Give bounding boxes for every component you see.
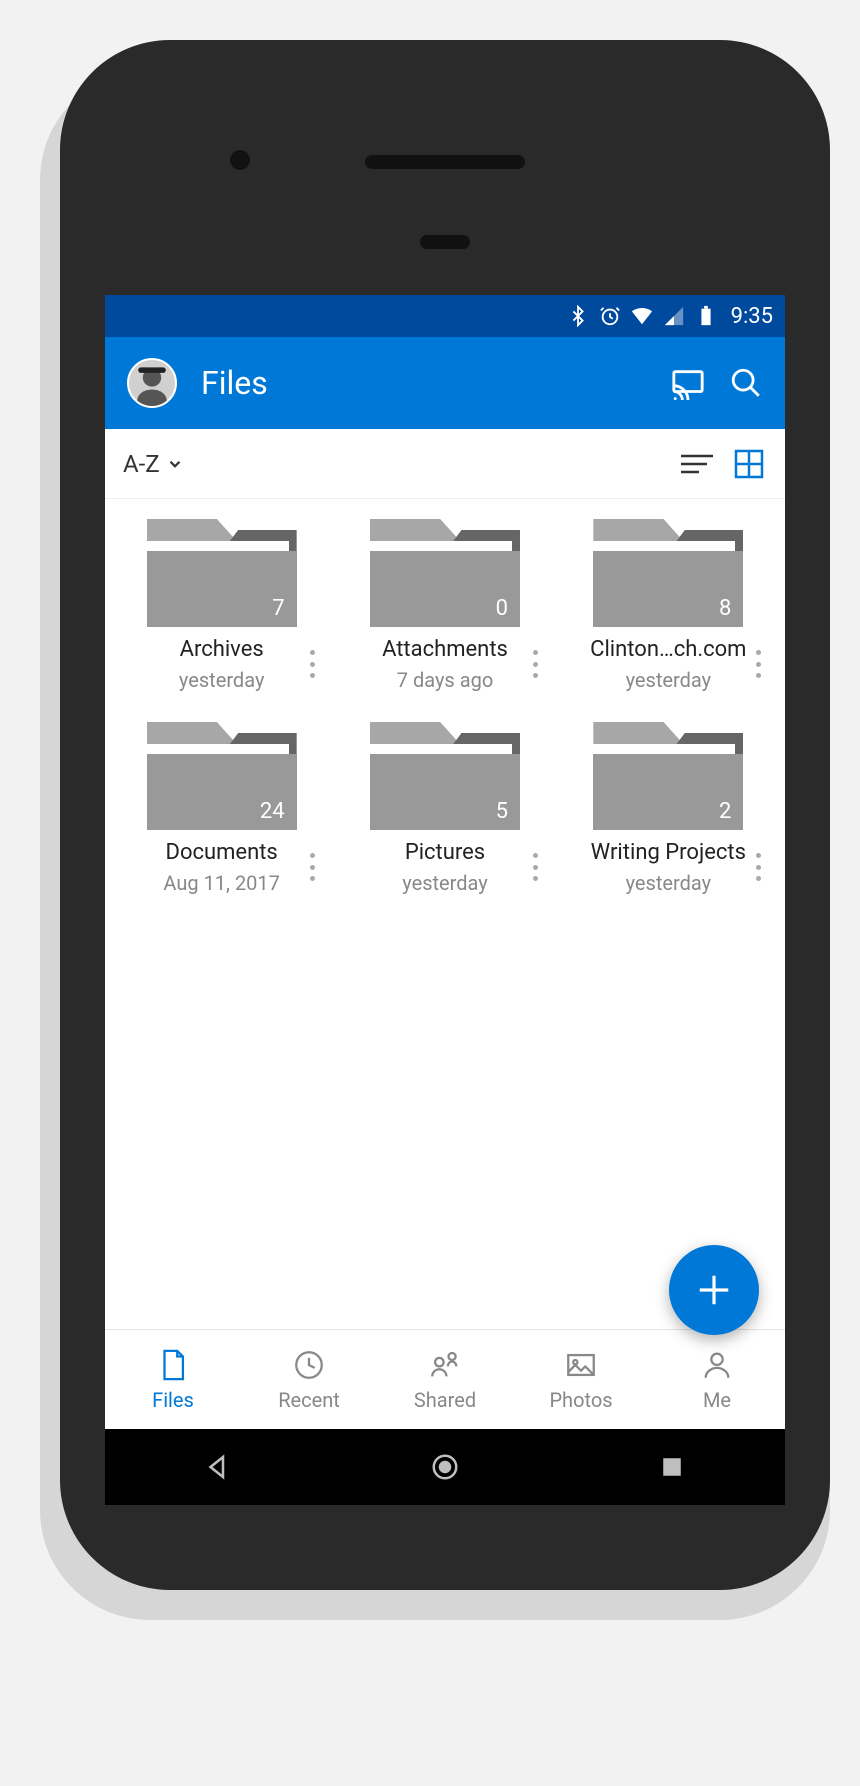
- content: 7 Archives yesterday 0 Attachments 7 day…: [105, 499, 785, 1329]
- nav-recent-button[interactable]: [657, 1452, 687, 1482]
- folder-icon: 2: [593, 722, 743, 830]
- wifi-icon: [631, 305, 653, 327]
- folder-tile[interactable]: 24 Documents Aug 11, 2017: [115, 722, 328, 895]
- toolbar: A-Z: [105, 429, 785, 499]
- folder-icon: 7: [147, 519, 297, 627]
- folder-date: Aug 11, 2017: [115, 871, 328, 895]
- folder-date: yesterday: [562, 871, 775, 895]
- folder-count: 7: [272, 596, 284, 621]
- phone-speaker: [365, 155, 525, 169]
- tab-label: Files: [152, 1388, 194, 1412]
- folder-icon: 8: [593, 519, 743, 627]
- folder-icon: 24: [147, 722, 297, 830]
- folder-name: Pictures: [355, 840, 535, 865]
- tab-me[interactable]: Me: [649, 1330, 785, 1429]
- tab-files[interactable]: Files: [105, 1330, 241, 1429]
- tab-label: Shared: [414, 1388, 476, 1412]
- list-view-button[interactable]: [679, 446, 715, 482]
- status-time: 9:35: [731, 304, 773, 329]
- tab-shared[interactable]: Shared: [377, 1330, 513, 1429]
- tab-label: Recent: [278, 1388, 340, 1412]
- folder-name: Documents: [132, 840, 312, 865]
- cast-icon[interactable]: [671, 366, 705, 400]
- folder-tile[interactable]: 0 Attachments 7 days ago: [338, 519, 551, 692]
- phone-sensor: [420, 235, 470, 249]
- avatar[interactable]: [127, 358, 177, 408]
- page-title: Files: [201, 364, 647, 402]
- folder-icon: 5: [370, 722, 520, 830]
- status-bar: 9:35: [105, 295, 785, 337]
- tab-bar: Files Recent Shared Photos Me: [105, 1329, 785, 1429]
- sort-button[interactable]: A-Z: [123, 450, 184, 478]
- battery-icon: [695, 305, 717, 327]
- phone-camera: [230, 150, 250, 170]
- chevron-down-icon: [166, 455, 184, 473]
- phone-frame: 9:35 Files A-Z: [60, 40, 830, 1590]
- tab-label: Me: [703, 1388, 731, 1412]
- folder-menu-button[interactable]: [524, 644, 548, 684]
- tab-photos[interactable]: Photos: [513, 1330, 649, 1429]
- nav-back-button[interactable]: [203, 1452, 233, 1482]
- tab-label: Photos: [549, 1388, 612, 1412]
- screen: 9:35 Files A-Z: [105, 295, 785, 1505]
- grid-view-button[interactable]: [731, 446, 767, 482]
- folder-menu-button[interactable]: [524, 847, 548, 887]
- nav-home-button[interactable]: [430, 1452, 460, 1482]
- cellular-icon: [663, 305, 685, 327]
- folder-grid: 7 Archives yesterday 0 Attachments 7 day…: [115, 519, 775, 895]
- folder-menu-button[interactable]: [300, 847, 324, 887]
- system-nav-bar: [105, 1429, 785, 1505]
- folder-name: Attachments: [355, 637, 535, 662]
- folder-tile[interactable]: 8 Clinton…ch.com yesterday: [562, 519, 775, 692]
- folder-tile[interactable]: 5 Pictures yesterday: [338, 722, 551, 895]
- folder-name: Writing Projects: [578, 840, 758, 865]
- fab-add-button[interactable]: [669, 1245, 759, 1335]
- plus-icon: [695, 1271, 733, 1309]
- folder-date: 7 days ago: [338, 668, 551, 692]
- sort-label: A-Z: [123, 450, 160, 478]
- search-icon[interactable]: [729, 366, 763, 400]
- folder-icon: 0: [370, 519, 520, 627]
- folder-count: 5: [496, 799, 508, 824]
- folder-menu-button[interactable]: [747, 644, 771, 684]
- folder-count: 0: [496, 596, 508, 621]
- folder-menu-button[interactable]: [300, 644, 324, 684]
- tab-recent[interactable]: Recent: [241, 1330, 377, 1429]
- folder-tile[interactable]: 7 Archives yesterday: [115, 519, 328, 692]
- folder-count: 24: [260, 799, 285, 824]
- alarm-icon: [599, 305, 621, 327]
- folder-date: yesterday: [338, 871, 551, 895]
- folder-name: Archives: [132, 637, 312, 662]
- folder-tile[interactable]: 2 Writing Projects yesterday: [562, 722, 775, 895]
- folder-menu-button[interactable]: [747, 847, 771, 887]
- folder-date: yesterday: [562, 668, 775, 692]
- folder-name: Clinton…ch.com: [578, 637, 758, 662]
- bluetooth-icon: [567, 305, 589, 327]
- folder-count: 8: [719, 596, 731, 621]
- app-bar: Files: [105, 337, 785, 429]
- folder-count: 2: [719, 799, 731, 824]
- folder-date: yesterday: [115, 668, 328, 692]
